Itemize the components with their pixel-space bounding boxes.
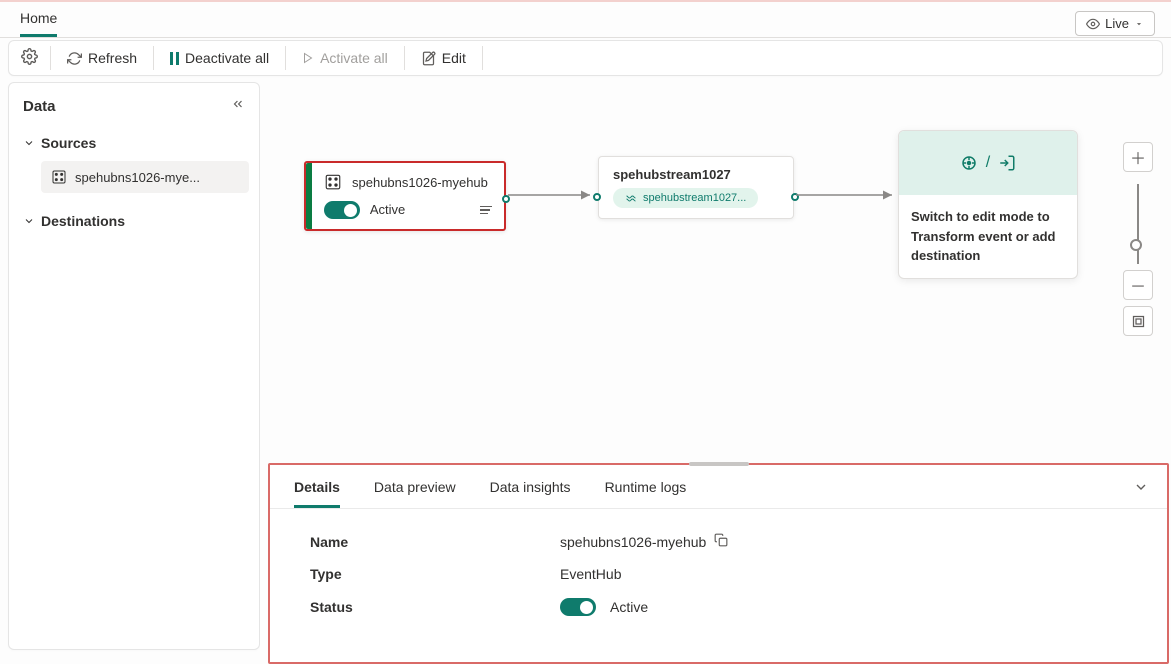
pause-icon: [170, 52, 179, 65]
edge-stream-to-dest: [796, 189, 900, 201]
eventhub-icon: [324, 173, 342, 191]
zoom-controls: ＋ －: [1123, 142, 1153, 342]
activate-all-button[interactable]: Activate all: [290, 44, 400, 72]
input-port[interactable]: [593, 193, 601, 201]
detail-type-value: EventHub: [560, 566, 621, 582]
source-node-title: spehubns1026-myehub: [352, 175, 488, 190]
separator: [50, 46, 51, 70]
stream-pill-label: spehubstream1027...: [643, 192, 746, 204]
deactivate-all-button[interactable]: Deactivate all: [158, 44, 281, 72]
collapse-panel-icon[interactable]: [1133, 479, 1149, 498]
data-sidebar: Data Sources spehubns1026-mye... Destina…: [8, 82, 260, 650]
stream-node[interactable]: spehubstream1027 spehubstream1027...: [598, 156, 794, 219]
chevron-down-icon: [23, 137, 35, 149]
source-active-toggle[interactable]: [324, 201, 360, 219]
detail-name-label: Name: [310, 534, 560, 550]
separator: [404, 46, 405, 70]
destinations-section[interactable]: Destinations: [19, 207, 249, 235]
refresh-icon: [67, 51, 82, 66]
zoom-fit-button[interactable]: [1123, 306, 1153, 336]
deactivate-all-label: Deactivate all: [185, 50, 269, 66]
play-icon: [302, 52, 314, 64]
output-port[interactable]: [791, 193, 799, 201]
zoom-in-button[interactable]: ＋: [1123, 142, 1153, 172]
status-toggle[interactable]: [560, 598, 596, 616]
tab-runtime-logs[interactable]: Runtime logs: [605, 479, 687, 508]
stream-node-title: spehubstream1027: [609, 167, 783, 182]
separator: [482, 46, 483, 70]
live-label: Live: [1105, 16, 1129, 31]
gear-icon: [21, 48, 38, 65]
edit-label: Edit: [442, 50, 466, 66]
chevron-down-icon: [1134, 19, 1144, 29]
separator: [285, 46, 286, 70]
zoom-out-button[interactable]: －: [1123, 270, 1153, 300]
output-icon: [998, 154, 1016, 172]
source-status: Active: [370, 202, 405, 217]
edit-button[interactable]: Edit: [409, 44, 478, 72]
details-panel: Details Data preview Data insights Runti…: [268, 463, 1169, 664]
eye-icon: [1086, 17, 1100, 31]
collapse-sidebar-icon[interactable]: [231, 97, 245, 115]
sources-section[interactable]: Sources: [19, 129, 249, 157]
detail-name-value: spehubns1026-myehub: [560, 534, 706, 550]
toolbar: Refresh Deactivate all Activate all Edit: [8, 40, 1163, 76]
node-menu-icon[interactable]: [480, 206, 492, 215]
stream-icon: [625, 192, 637, 204]
zoom-thumb[interactable]: [1130, 239, 1142, 251]
destination-hint: Switch to edit mode to Transform event o…: [899, 195, 1077, 278]
separator-slash: /: [986, 154, 990, 172]
tab-data-insights[interactable]: Data insights: [490, 479, 571, 508]
stream-pill[interactable]: spehubstream1027...: [613, 188, 758, 208]
fit-icon: [1131, 314, 1146, 329]
edge-source-to-stream: [508, 189, 600, 201]
detail-status-value: Active: [610, 599, 648, 615]
sidebar-source-item[interactable]: spehubns1026-mye...: [41, 161, 249, 193]
refresh-button[interactable]: Refresh: [55, 44, 149, 72]
live-dropdown[interactable]: Live: [1075, 11, 1155, 36]
refresh-label: Refresh: [88, 50, 137, 66]
zoom-slider[interactable]: [1137, 184, 1139, 264]
chevron-down-icon: [23, 215, 35, 227]
tab-home[interactable]: Home: [20, 10, 57, 37]
destination-node[interactable]: / Switch to edit mode to Transform event…: [898, 130, 1078, 279]
transform-icon: [960, 154, 978, 172]
destination-head: /: [899, 131, 1077, 195]
sidebar-title: Data: [23, 98, 56, 115]
tab-data-preview[interactable]: Data preview: [374, 479, 456, 508]
detail-type-label: Type: [310, 566, 560, 582]
tab-details[interactable]: Details: [294, 479, 340, 508]
eventhub-icon: [51, 169, 67, 185]
activate-all-label: Activate all: [320, 50, 388, 66]
source-item-label: spehubns1026-mye...: [75, 170, 200, 185]
output-port[interactable]: [502, 195, 510, 203]
source-node[interactable]: spehubns1026-myehub Active: [304, 161, 506, 231]
separator: [153, 46, 154, 70]
sources-label: Sources: [41, 135, 96, 151]
copy-icon[interactable]: [714, 533, 728, 550]
edit-icon: [421, 51, 436, 66]
canvas[interactable]: spehubns1026-myehub Active s: [260, 82, 1163, 650]
detail-status-label: Status: [310, 599, 560, 615]
settings-button[interactable]: [13, 42, 46, 74]
destinations-label: Destinations: [41, 213, 125, 229]
